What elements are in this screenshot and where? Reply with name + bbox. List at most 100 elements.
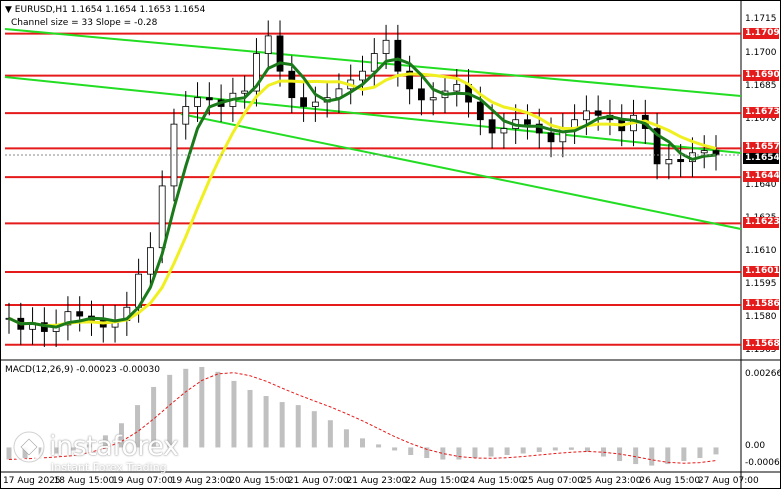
macd-hist-bar	[456, 447, 462, 460]
time-tick-label: 19 Aug 23:00	[170, 476, 232, 486]
trading-chart-window[interactable]: ▼ EURUSD,H1 1.1654 1.1654 1.1653 1.1654 …	[0, 0, 781, 489]
price-tick-label: 1.1700	[745, 47, 777, 58]
macd-hist-bar	[215, 371, 221, 448]
macd-hist-bar	[279, 402, 285, 448]
macd-hist-bar	[552, 447, 558, 451]
logo-brand-text: instaforex	[49, 431, 179, 462]
candle-body	[382, 39, 390, 54]
time-tick-label: 26 Aug 15:00	[639, 476, 701, 486]
price-tick-label: 1.1610	[745, 246, 777, 257]
level-price-tag: 1.1673	[743, 107, 780, 119]
candle-body	[182, 106, 190, 125]
price-tick-label: 1.1715	[745, 14, 777, 25]
candle-body	[146, 247, 154, 275]
channel-indicator-label: Channel size = 33 Slope = -0.28	[11, 18, 158, 28]
time-tick-label: 22 Aug 15:00	[405, 476, 466, 486]
macd-hist-bar	[247, 389, 253, 448]
candle-body	[241, 90, 249, 94]
time-tick-label: 20 Aug 15:00	[229, 476, 291, 486]
current-price-tag: 1.1654	[743, 153, 780, 165]
candle-body	[594, 110, 602, 116]
macd-hist-bar	[697, 447, 703, 459]
macd-hist-bar	[392, 447, 398, 451]
macd-hist-bar	[376, 444, 382, 448]
candle-body	[300, 97, 307, 107]
ma-fast-line	[8, 57, 717, 329]
candle-body	[205, 97, 213, 101]
macd-hist-bar	[713, 447, 719, 455]
macd-hist-bar	[327, 420, 333, 448]
candle-body	[311, 101, 319, 107]
instaforex-logo: instaforex Instant Forex Trading	[9, 423, 189, 474]
macd-hist-bar	[520, 447, 526, 454]
candle-body	[276, 35, 284, 72]
level-price-tag: 1.1709	[743, 27, 780, 39]
candle-body	[370, 53, 378, 72]
macd-scale-label: 0.00	[745, 441, 766, 452]
candle-body	[429, 97, 437, 101]
macd-hist-bar	[568, 447, 574, 450]
time-tick-label: 24 Aug 15:00	[463, 476, 525, 486]
level-price-tag: 1.1601	[743, 265, 780, 277]
macd-label: MACD(12,26,9) -0.00023 -0.00030	[5, 365, 161, 375]
candle-body	[665, 159, 673, 165]
candle-body	[76, 311, 84, 317]
price-tick-label: 1.1685	[745, 80, 777, 91]
candle-body	[476, 101, 484, 121]
symbol-quote-text: EURUSD,H1 1.1654 1.1654 1.1653 1.1654	[14, 5, 206, 15]
macd-hist-bar	[665, 447, 671, 465]
price-tick-label: 1.1580	[745, 312, 777, 323]
macd-scale-label: -0.00068	[745, 458, 781, 468]
macd-hist-bar	[488, 447, 494, 457]
candle-body	[582, 110, 590, 121]
time-tick-label: 25 Aug 23:00	[580, 476, 642, 486]
candle-body	[288, 70, 296, 99]
level-price-tag: 1.1568	[743, 338, 780, 350]
macd-hist-bar	[199, 367, 205, 448]
macd-hist-bar	[681, 447, 687, 462]
candle-body	[418, 88, 425, 101]
candle-body	[359, 70, 366, 81]
level-price-tag: 1.1623	[743, 217, 780, 229]
macd-hist-bar	[263, 396, 269, 448]
level-price-tag: 1.1644	[743, 171, 780, 183]
candle-body	[547, 132, 555, 143]
candle-body	[677, 159, 685, 163]
candle-body	[158, 185, 166, 249]
macd-hist-bar	[472, 447, 478, 459]
price-tick-label: 1.1595	[745, 279, 777, 290]
symbol-header: ▼ EURUSD,H1 1.1654 1.1654 1.1653 1.1654	[5, 5, 205, 15]
candle-body	[194, 97, 201, 107]
time-tick-label: 21 Aug 23:00	[346, 476, 408, 486]
macd-hist-bar	[360, 438, 365, 448]
macd-hist-bar	[536, 447, 542, 452]
candle-body	[264, 35, 272, 54]
instaforex-logo-icon	[11, 429, 47, 465]
candle-body	[453, 84, 461, 92]
time-tick-label: 21 Aug 07:00	[287, 476, 349, 486]
macd-hist-bar	[504, 447, 510, 455]
logo-tagline: Instant Forex Trading	[51, 461, 167, 474]
time-tick-label: 19 Aug 07:00	[112, 476, 173, 486]
macd-hist-bar	[408, 447, 414, 455]
macd-hist-bar	[633, 447, 639, 465]
dropdown-arrow-icon[interactable]: ▼	[5, 5, 12, 15]
time-tick-label: 18 Aug 15:00	[53, 476, 115, 486]
candle-body	[524, 119, 531, 125]
candle-body	[700, 150, 708, 154]
macd-hist-bar	[311, 411, 317, 448]
macd-hist-bar	[231, 380, 237, 448]
time-tick-label: 25 Aug 07:00	[522, 476, 583, 486]
candle-body	[394, 39, 402, 72]
level-price-tag: 1.1690	[743, 69, 780, 81]
level-price-tag: 1.1657	[743, 142, 780, 154]
macd-hist-bar	[295, 405, 301, 448]
level-price-tag: 1.1586	[743, 299, 780, 311]
candle-body	[488, 119, 496, 134]
candle-body	[500, 128, 508, 134]
macd-scale-label: 0.00266	[745, 369, 781, 379]
time-tick-label: 27 Aug 07:00	[698, 476, 759, 486]
macd-hist-bar	[343, 429, 349, 448]
price-chart-canvas[interactable]	[1, 1, 781, 489]
time-tick-label: 17 Aug 2025	[3, 476, 61, 486]
